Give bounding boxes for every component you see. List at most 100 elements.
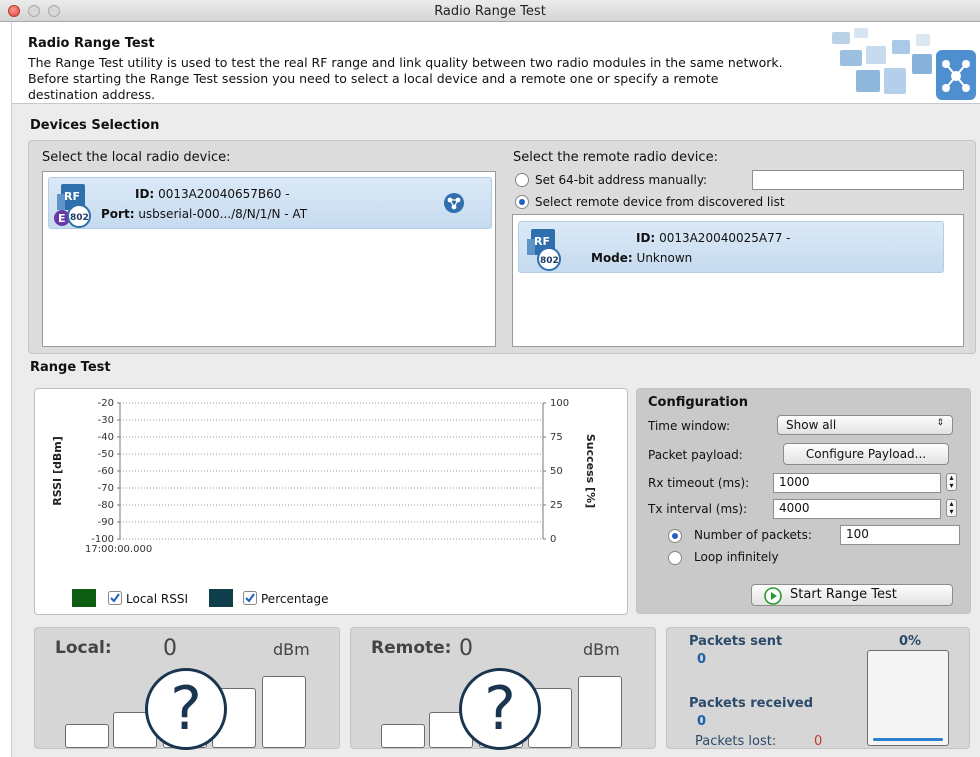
- success-progress-bar: [867, 650, 949, 746]
- rx-timeout-stepper[interactable]: ▴ ▾: [946, 473, 957, 491]
- tx-interval-input[interactable]: 4000: [773, 499, 941, 519]
- local-port-label: Port:: [101, 207, 135, 221]
- local-signal-panel: Local: 0 dBm ?: [34, 627, 340, 750]
- y-tick-label: -50: [98, 449, 114, 460]
- y-tick-label: -40: [98, 432, 114, 443]
- local-id-line: ID: 0013A20040657B60 -: [135, 187, 290, 201]
- time-window-select[interactable]: Show all ⇕: [777, 415, 953, 435]
- y-tick-label: -90: [98, 517, 114, 528]
- local-port-line: Port: usbserial-000.../8/N/1/N - AT: [101, 207, 307, 221]
- start-range-test-label: Start Range Test: [790, 587, 897, 602]
- range-test-section-title: Range Test: [30, 360, 111, 375]
- devices-panel: Select the local radio device: RF E 802 …: [28, 140, 976, 354]
- rssi-legend-swatch: [72, 589, 96, 607]
- remote-device-card[interactable]: RF 802 ID: 0013A20040025A77 - Mode: Unkn…: [518, 221, 944, 273]
- remote-signal-panel: Remote: 0 dBm ?: [350, 627, 656, 750]
- remote-id-value: 0013A20040025A77 -: [659, 231, 791, 245]
- svg-text:802: 802: [70, 213, 89, 223]
- percentage-legend-label: Percentage: [261, 592, 329, 606]
- local-id-label: ID:: [135, 187, 155, 201]
- number-of-packets-input[interactable]: 100: [840, 525, 960, 545]
- local-device-list[interactable]: RF E 802 ID: 0013A20040657B60 - Port: us…: [42, 171, 496, 347]
- local-device-label: Select the local radio device:: [42, 150, 231, 165]
- tx-interval-stepper[interactable]: ▴ ▾: [946, 499, 957, 517]
- rf-module-icon: RF 802: [527, 229, 561, 271]
- rx-timeout-label: Rx timeout (ms):: [648, 476, 750, 490]
- local-rssi-legend-label: Local RSSI: [126, 592, 189, 606]
- y2-tick-label: 25: [550, 500, 563, 511]
- manual-address-radio[interactable]: [515, 173, 529, 187]
- success-percent-label: 0%: [899, 634, 922, 649]
- manual-address-label: Set 64-bit address manually:: [535, 173, 708, 187]
- left-edge: [0, 22, 12, 757]
- discovered-list-radio[interactable]: [515, 195, 529, 209]
- y2-tick-label: 75: [550, 432, 563, 443]
- remote-mode-value: Unknown: [636, 251, 693, 265]
- rx-timeout-input[interactable]: 1000: [773, 473, 941, 493]
- discovered-list-label: Select remote device from discovered lis…: [535, 195, 785, 209]
- packets-received-value: 0: [697, 714, 707, 729]
- local-signal-value: 0: [163, 636, 177, 661]
- y2-tick-label: 100: [550, 398, 569, 409]
- svg-text:RF: RF: [534, 235, 550, 248]
- signal-bar-1: [381, 724, 425, 748]
- header-banner: Radio Range Test The Range Test utility …: [12, 22, 980, 104]
- signal-bar-1: [65, 724, 109, 748]
- number-of-packets-label: Number of packets:: [694, 528, 812, 542]
- loop-infinitely-label: Loop infinitely: [694, 550, 779, 564]
- remote-device-list[interactable]: RF 802 ID: 0013A20040025A77 - Mode: Unkn…: [512, 214, 964, 347]
- title-bar: Radio Range Test: [0, 0, 980, 22]
- loop-infinitely-radio[interactable]: [668, 551, 682, 565]
- network-discover-icon[interactable]: [443, 192, 465, 214]
- percentage-legend-swatch: [209, 589, 233, 607]
- packets-received-label: Packets received: [689, 696, 814, 711]
- x-tick-label: 17:00:00.000: [85, 544, 152, 555]
- header-title: Radio Range Test: [28, 36, 155, 51]
- remote-mode-line: Mode: Unknown: [591, 251, 692, 265]
- local-signal-unit: dBm: [273, 640, 310, 659]
- y-axis-label: RSSI [dBm]: [51, 436, 64, 506]
- configuration-panel: Configuration Time window: Show all ⇕ Pa…: [636, 388, 971, 614]
- svg-text:E: E: [58, 212, 66, 225]
- local-rssi-checkbox[interactable]: [108, 591, 122, 605]
- packets-lost-value: 0: [814, 734, 823, 749]
- tx-interval-label: Tx interval (ms):: [648, 502, 748, 516]
- header-description: The Range Test utility is used to test t…: [28, 55, 783, 102]
- packet-payload-label: Packet payload:: [648, 448, 743, 462]
- rssi-chart: -20-30-40-50-60-70-80-90-100 1007550250 …: [51, 398, 597, 555]
- rf-module-icon: RF E 802: [54, 184, 91, 228]
- network-logo-icon: [832, 28, 976, 100]
- signal-bar-5: [262, 676, 306, 748]
- y-tick-label: -80: [98, 500, 114, 511]
- time-window-value: Show all: [786, 418, 837, 432]
- y2-axis-label: Success [%]: [584, 434, 597, 508]
- y-tick-label: -20: [98, 398, 114, 409]
- local-signal-label: Local:: [55, 638, 112, 658]
- local-device-card[interactable]: RF E 802 ID: 0013A20040657B60 - Port: us…: [48, 177, 492, 229]
- packet-stats-panel: Packets sent 0 Packets received 0 Packet…: [666, 627, 970, 749]
- success-progress-fill: [873, 738, 943, 741]
- remote-signal-value: 0: [459, 636, 473, 661]
- local-id-value: 0013A20040657B60 -: [158, 187, 290, 201]
- svg-text:RF: RF: [64, 190, 80, 203]
- remote-signal-label: Remote:: [371, 638, 452, 658]
- svg-text:802: 802: [540, 256, 559, 266]
- y-tick-label: -60: [98, 466, 114, 477]
- packets-sent-value: 0: [697, 652, 707, 667]
- window-title: Radio Range Test: [434, 4, 546, 19]
- remote-mode-label: Mode:: [591, 251, 633, 265]
- percentage-checkbox[interactable]: [243, 591, 257, 605]
- select-arrows-icon: ⇕: [936, 418, 944, 428]
- configure-payload-button[interactable]: Configure Payload...: [783, 443, 949, 465]
- remote-id-line: ID: 0013A20040025A77 -: [636, 231, 791, 245]
- remote-signal-unit: dBm: [583, 640, 620, 659]
- number-of-packets-radio[interactable]: [668, 529, 682, 543]
- unknown-signal-icon: ?: [459, 668, 541, 750]
- y-tick-label: -70: [98, 483, 114, 494]
- packets-sent-label: Packets sent: [689, 634, 783, 649]
- signal-bar-5: [578, 676, 622, 748]
- time-window-label: Time window:: [648, 419, 731, 433]
- manual-address-input[interactable]: [752, 170, 964, 190]
- start-range-test-button[interactable]: Start Range Test: [751, 584, 953, 606]
- remote-device-label: Select the remote radio device:: [513, 150, 718, 165]
